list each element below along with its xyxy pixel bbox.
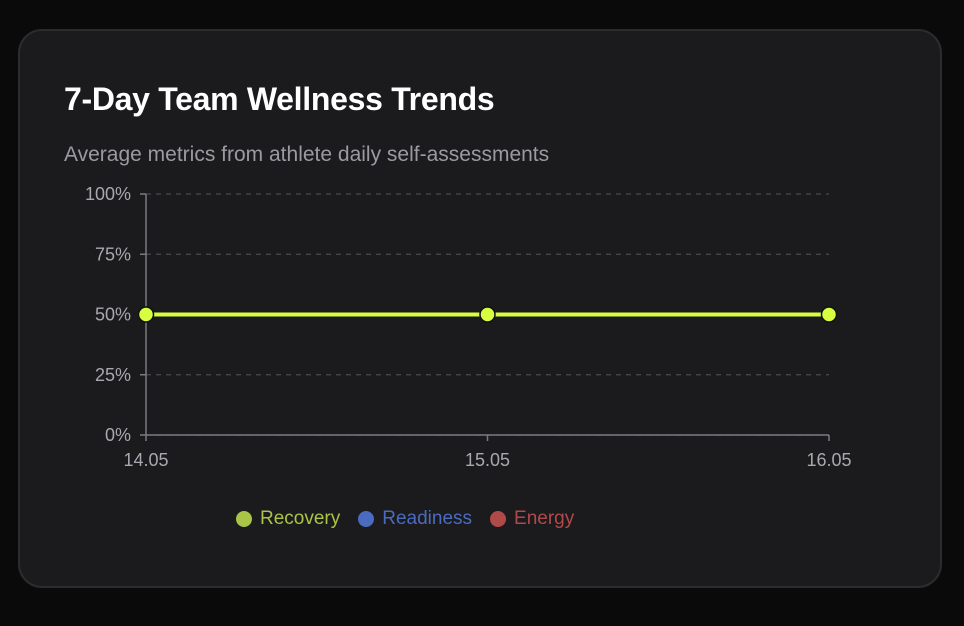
legend-label-recovery: Recovery	[260, 508, 341, 529]
legend-item-readiness[interactable]: Readiness	[358, 508, 472, 530]
line-chart: 0% 25% 50% 75% 100% 14.05 15.05 16.05	[85, 184, 852, 470]
wellness-card: 7-Day Team Wellness Trends Average metri…	[18, 29, 942, 588]
y-tick-label: 100%	[85, 184, 131, 204]
y-tick-label: 0%	[105, 425, 131, 445]
y-tick-label: 75%	[95, 244, 131, 264]
y-tick-label: 50%	[95, 305, 131, 325]
data-point-recovery	[137, 306, 155, 323]
legend-item-recovery[interactable]: Recovery	[236, 508, 340, 530]
legend-label-energy: Energy	[514, 508, 575, 529]
legend-dot-recovery	[236, 511, 252, 527]
chart-legend: Recovery Readiness Energy	[236, 508, 574, 530]
y-tick-label: 25%	[95, 365, 131, 385]
data-point-recovery	[820, 306, 838, 323]
legend-dot-energy	[490, 511, 507, 527]
x-tick-label: 15.05	[465, 450, 510, 470]
legend-label-readiness: Readiness	[382, 508, 473, 529]
x-tick-label: 16.05	[806, 450, 851, 470]
legend-dot-readiness	[358, 511, 375, 527]
data-point-recovery	[479, 306, 496, 323]
legend-item-energy[interactable]: Energy	[490, 508, 574, 530]
x-tick-label: 14.05	[123, 450, 168, 470]
